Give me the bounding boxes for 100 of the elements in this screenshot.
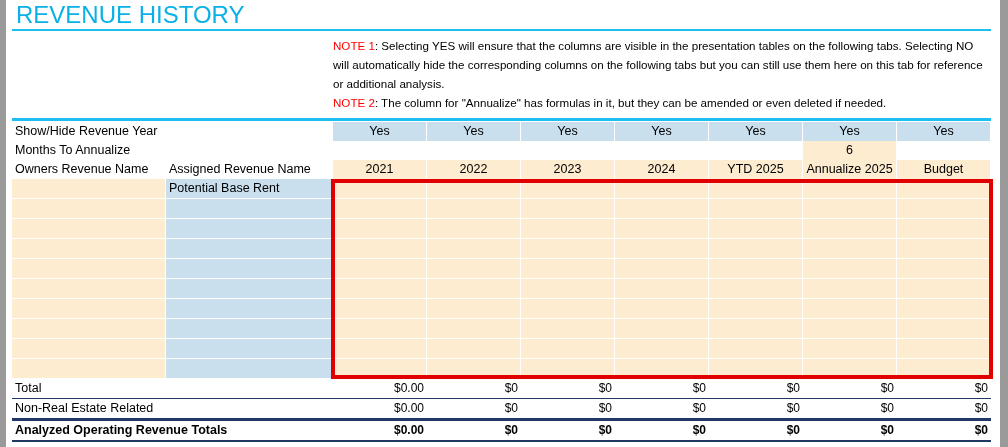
input-cell[interactable] (897, 199, 991, 219)
input-cell[interactable] (803, 319, 897, 339)
input-cell[interactable] (333, 299, 427, 319)
input-cell[interactable] (521, 259, 615, 279)
input-cell[interactable] (333, 199, 427, 219)
input-cell[interactable] (803, 279, 897, 299)
total-cell-text: $0 (879, 400, 895, 417)
input-cell[interactable] (897, 319, 991, 339)
input-cell[interactable] (709, 319, 803, 339)
input-cell[interactable] (166, 299, 333, 319)
input-cell[interactable] (12, 339, 166, 359)
input-cell[interactable] (521, 299, 615, 319)
input-cell[interactable] (615, 219, 709, 239)
input-cell[interactable] (709, 199, 803, 219)
input-cell[interactable] (897, 239, 991, 259)
dropdown-cell[interactable]: Yes (615, 122, 709, 141)
dropdown-cell[interactable]: Yes (803, 122, 897, 141)
input-cell[interactable] (12, 219, 166, 239)
input-cell[interactable] (897, 259, 991, 279)
input-cell[interactable] (427, 339, 521, 359)
dropdown-cell[interactable]: Yes (427, 122, 521, 141)
input-cell[interactable] (897, 339, 991, 359)
total-cell-text: $0 (785, 422, 801, 439)
input-cell[interactable] (709, 279, 803, 299)
input-cell[interactable]: Potential Base Rent (166, 179, 333, 199)
input-cell[interactable] (427, 259, 521, 279)
total-cell-text: $0 (597, 380, 613, 397)
input-cell[interactable] (427, 319, 521, 339)
input-cell[interactable] (709, 239, 803, 259)
column-header: 2023 (521, 160, 615, 179)
input-cell[interactable] (166, 319, 333, 339)
total-cell-text: $0 (879, 380, 895, 397)
input-cell[interactable] (166, 339, 333, 359)
input-cell[interactable] (803, 299, 897, 319)
input-cell[interactable] (12, 359, 166, 379)
row-label: Show/Hide Revenue Year (14, 123, 159, 140)
dropdown-cell[interactable]: Yes (897, 122, 991, 141)
input-cell[interactable] (521, 319, 615, 339)
input-cell[interactable] (709, 219, 803, 239)
total-cell-text: $0 (691, 400, 707, 417)
input-cell[interactable] (521, 219, 615, 239)
input-cell[interactable] (333, 219, 427, 239)
note-text: NOTE 2: The column for "Annualize" has formulas in it, but they can be amended or even deleted if needed. (333, 95, 888, 111)
input-cell[interactable] (709, 259, 803, 279)
input-cell[interactable] (166, 199, 333, 219)
input-cell[interactable] (333, 239, 427, 259)
row-label: Analyzed Operating Revenue Totals (14, 422, 229, 439)
input-cell[interactable]: 6 (803, 141, 897, 160)
input-cell[interactable] (166, 239, 333, 259)
input-cell[interactable] (615, 279, 709, 299)
input-cell[interactable] (615, 319, 709, 339)
total-cell-text: $0.00 (392, 400, 425, 417)
input-cell[interactable] (803, 219, 897, 239)
input-cell[interactable] (615, 199, 709, 219)
input-cell[interactable] (12, 239, 166, 259)
input-cell[interactable] (166, 259, 333, 279)
input-cell[interactable] (521, 279, 615, 299)
input-cell[interactable] (166, 359, 333, 379)
input-cell[interactable] (166, 279, 333, 299)
input-cell[interactable] (427, 219, 521, 239)
input-cell[interactable] (615, 259, 709, 279)
row-label: Total (14, 380, 43, 397)
input-cell[interactable] (521, 199, 615, 219)
note-text: NOTE 1: Selecting YES will ensure that the columns are visible in the presentation tables on the following tabs. Selecting NO will automatically hide the corresponding columns on the following tabs but you can still use them here on this tab for reference or additional analysis. (333, 38, 984, 92)
input-cell[interactable] (803, 239, 897, 259)
column-header: 2021 (333, 160, 427, 179)
input-cell[interactable] (12, 299, 166, 319)
input-cell[interactable] (615, 299, 709, 319)
input-cell[interactable] (166, 219, 333, 239)
input-cell[interactable] (333, 339, 427, 359)
input-cell[interactable] (521, 239, 615, 259)
input-cell[interactable] (12, 319, 166, 339)
input-cell[interactable] (12, 199, 166, 219)
total-cell-text: $0.00 (392, 422, 425, 439)
input-cell[interactable] (12, 259, 166, 279)
input-cell[interactable] (333, 279, 427, 299)
input-cell[interactable] (427, 199, 521, 219)
input-cell[interactable] (709, 299, 803, 319)
input-cell[interactable] (615, 339, 709, 359)
input-cell[interactable] (897, 219, 991, 239)
input-cell[interactable] (709, 339, 803, 359)
total-cell-text: $0 (503, 422, 519, 439)
input-cell[interactable] (897, 279, 991, 299)
input-cell[interactable] (427, 299, 521, 319)
input-cell[interactable] (427, 279, 521, 299)
input-cell[interactable] (803, 259, 897, 279)
dropdown-cell[interactable]: Yes (333, 122, 427, 141)
input-cell[interactable] (12, 279, 166, 299)
column-header: YTD 2025 (709, 160, 803, 179)
input-cell[interactable] (12, 179, 166, 199)
input-cell[interactable] (897, 299, 991, 319)
dropdown-cell[interactable]: Yes (521, 122, 615, 141)
input-cell[interactable] (615, 239, 709, 259)
dropdown-cell[interactable]: Yes (709, 122, 803, 141)
input-cell[interactable] (333, 319, 427, 339)
input-cell[interactable] (427, 239, 521, 259)
input-cell[interactable] (803, 199, 897, 219)
input-cell[interactable] (521, 339, 615, 359)
input-cell[interactable] (803, 339, 897, 359)
input-cell[interactable] (333, 259, 427, 279)
